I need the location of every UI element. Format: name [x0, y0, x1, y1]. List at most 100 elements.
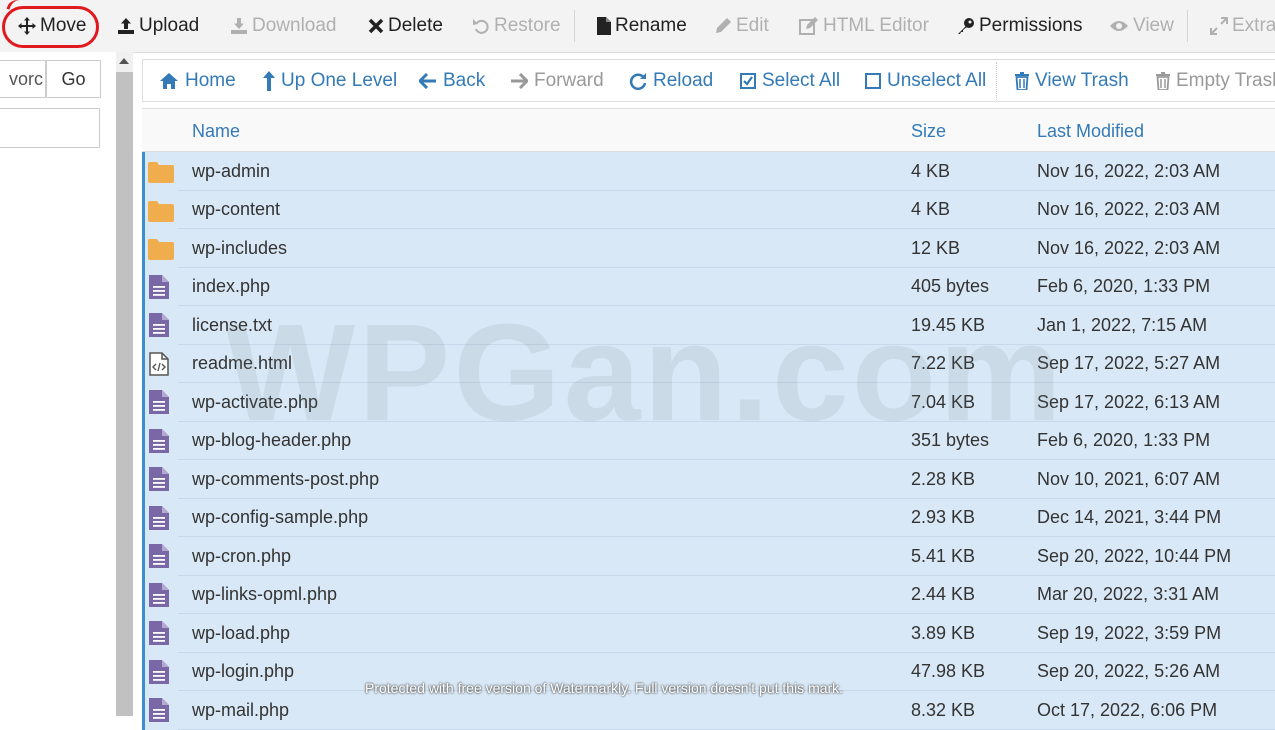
- level-up-icon: [263, 70, 275, 91]
- upload-icon: [118, 18, 134, 34]
- table-header: Name Size Last Modified: [142, 108, 1275, 152]
- left-scrollbar[interactable]: [116, 52, 133, 716]
- modified-column-header[interactable]: Last Modified: [1037, 109, 1144, 153]
- select-all-button[interactable]: Select All: [740, 60, 840, 101]
- name-header-label: Name: [192, 120, 241, 141]
- table-row[interactable]: index.php 405 bytes Feb 6, 2020, 1:33 PM: [142, 267, 1275, 306]
- scroll-up-icon[interactable]: [119, 58, 129, 64]
- table-row[interactable]: wp-config-sample.php 2.93 KB Dec 14, 2021,…: [142, 498, 1275, 537]
- file-size: 8.32 KB: [911, 699, 976, 720]
- permissions-button[interactable]: Permissions: [957, 0, 1082, 52]
- html-editor-button[interactable]: HTML Editor: [799, 0, 929, 52]
- trash-icon: [1156, 71, 1170, 90]
- file-size: 12 KB: [911, 237, 961, 258]
- view-label: View: [1133, 15, 1174, 36]
- file-size: 4 KB: [911, 199, 951, 219]
- table-row[interactable]: wp-content 4 KB Nov 16, 2022, 2:03 AM: [142, 190, 1275, 229]
- table-row[interactable]: wp-admin 4 KB Nov 16, 2022, 2:03 AM: [142, 152, 1275, 191]
- watermark-notice: Protected with free version of Watermark…: [365, 680, 844, 696]
- view-trash-button[interactable]: View Trash: [1015, 60, 1129, 101]
- table-row[interactable]: wp-load.php 3.89 KB Sep 19, 2022, 3:59 PM: [142, 614, 1275, 653]
- file-name[interactable]: wp-comments-post.php: [192, 460, 379, 498]
- file-name[interactable]: wp-config-sample.php: [192, 499, 368, 537]
- back-label: Back: [443, 69, 486, 91]
- file-name[interactable]: wp-content: [192, 191, 280, 229]
- checkbox-empty-icon: [865, 72, 881, 89]
- file-size: 2.28 KB: [911, 468, 976, 489]
- edit-label: Edit: [736, 15, 769, 36]
- up-one-level-button[interactable]: Up One Level: [263, 60, 397, 101]
- file-name[interactable]: wp-links-opml.php: [192, 576, 337, 614]
- home-button[interactable]: Home: [159, 60, 236, 101]
- rename-button[interactable]: Rename: [597, 0, 687, 52]
- undo-icon: [473, 19, 489, 34]
- table-row[interactable]: wp-activate.php 7.04 KB Sep 17, 2022, 6:13…: [142, 383, 1275, 422]
- document-icon: [149, 428, 169, 458]
- file-modified: Feb 6, 2020, 1:33 PM: [1037, 276, 1211, 296]
- view-button[interactable]: View: [1109, 0, 1174, 52]
- table-row[interactable]: wp-cron.php 5.41 KB Sep 20, 2022, 10:44 PM: [142, 537, 1275, 576]
- table-row[interactable]: wp-mail.php 8.32 KB Oct 17, 2022, 6:06 PM: [142, 691, 1275, 730]
- file-name[interactable]: wp-cron.php: [192, 537, 291, 575]
- path-input-value: vorc: [8, 68, 43, 89]
- download-label: Download: [252, 15, 337, 36]
- file-name[interactable]: readme.html: [192, 345, 292, 383]
- delete-button[interactable]: Delete: [368, 0, 443, 52]
- go-label: Go: [61, 68, 86, 89]
- reload-label: Reload: [653, 69, 714, 91]
- document-icon: [149, 659, 169, 689]
- file-size: 2.93 KB: [911, 507, 976, 527]
- back-button[interactable]: Back: [419, 60, 485, 101]
- size-header-label: Size: [911, 120, 947, 141]
- file-size: 7.04 KB: [911, 391, 976, 412]
- file-table: Name Size Last Modified wp-admin 4 KB Nov …: [142, 108, 1275, 730]
- file-name[interactable]: wp-admin: [192, 152, 270, 190]
- file-name[interactable]: wp-load.php: [192, 614, 290, 652]
- restore-button[interactable]: Restore: [472, 0, 561, 52]
- table-row[interactable]: wp-links-opml.php 2.44 KB Mar 20, 2022, 3:…: [142, 575, 1275, 614]
- folder-icon: [148, 200, 174, 227]
- empty-trash-button[interactable]: Empty Trash: [1156, 60, 1275, 101]
- expand-icon: [1210, 17, 1228, 35]
- file-name[interactable]: wp-mail.php: [192, 691, 289, 729]
- scroll-thumb[interactable]: [116, 72, 133, 716]
- file-size: 2.44 KB: [911, 584, 976, 604]
- file-size: 3.89 KB: [911, 622, 976, 643]
- top-toolbar: Move Upload Download Delete Restore Rena…: [0, 0, 1275, 53]
- download-button[interactable]: Download: [230, 0, 337, 52]
- directory-tree[interactable]: [0, 108, 100, 148]
- table-row[interactable]: wp-blog-header.php 351 bytes Feb 6, 2020, …: [142, 421, 1275, 460]
- file-name[interactable]: wp-login.php: [192, 653, 294, 691]
- file-modified: Feb 6, 2020, 1:33 PM: [1037, 430, 1211, 450]
- table-row[interactable]: wp-comments-post.php 2.28 KB Nov 10, 2021,…: [142, 460, 1275, 499]
- table-row[interactable]: license.txt 19.45 KB Jan 1, 2022, 7:15 AM: [142, 306, 1275, 345]
- unselect-all-label: Unselect All: [887, 69, 987, 91]
- upload-button[interactable]: Upload: [117, 0, 199, 52]
- table-row[interactable]: wp-includes 12 KB Nov 16, 2022, 2:03 AM: [142, 229, 1275, 268]
- file-size: 19.45 KB: [911, 314, 986, 335]
- go-button[interactable]: Go: [46, 60, 101, 98]
- permissions-label: Permissions: [979, 15, 1083, 36]
- unselect-all-button[interactable]: Unselect All: [865, 60, 986, 101]
- file-size: 4 KB: [911, 160, 951, 181]
- file-modified: Nov 16, 2022, 2:03 AM: [1037, 199, 1221, 219]
- view-trash-label: View Trash: [1035, 69, 1129, 91]
- file-name[interactable]: wp-blog-header.php: [192, 422, 351, 460]
- forward-button[interactable]: Forward: [510, 60, 604, 101]
- code-file-icon: [149, 351, 169, 381]
- size-column-header[interactable]: Size: [911, 109, 946, 153]
- file-name[interactable]: wp-activate.php: [192, 383, 318, 421]
- extract-button[interactable]: Extra: [1210, 0, 1275, 52]
- path-input[interactable]: vorc: [0, 60, 46, 98]
- table-row[interactable]: readme.html 7.22 KB Sep 17, 2022, 5:27 AM: [142, 344, 1275, 383]
- row-divider: [178, 728, 1275, 730]
- rename-label: Rename: [615, 15, 687, 36]
- reload-button[interactable]: Reload: [629, 60, 713, 101]
- edit-button[interactable]: Edit: [714, 0, 769, 52]
- name-column-header[interactable]: Name: [192, 109, 240, 153]
- file-name[interactable]: index.php: [192, 268, 270, 306]
- document-icon: [149, 505, 169, 535]
- file-name[interactable]: license.txt: [192, 306, 272, 344]
- refresh-icon: [629, 72, 647, 90]
- file-name[interactable]: wp-includes: [192, 229, 287, 267]
